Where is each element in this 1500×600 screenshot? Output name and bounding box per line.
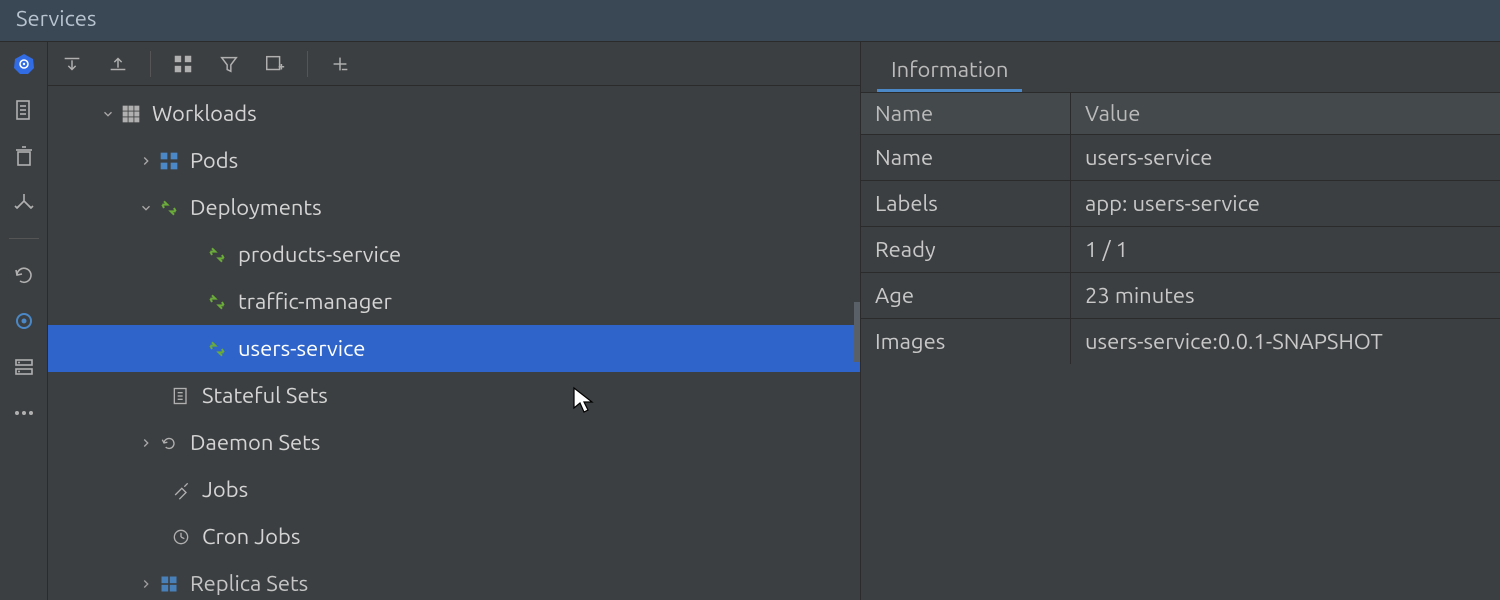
filter-icon[interactable] <box>215 50 243 78</box>
tree-label: traffic-manager <box>238 289 392 314</box>
refresh-icon[interactable] <box>10 261 38 289</box>
tree-node-stateful-sets[interactable]: Stateful Sets <box>48 372 860 419</box>
daemon-sets-icon <box>156 433 182 453</box>
tree-node-cron-jobs[interactable]: Cron Jobs <box>48 513 860 560</box>
pods-icon <box>156 151 182 171</box>
split-icon[interactable] <box>10 188 38 216</box>
table-row[interactable]: Images users-service:0.0.1-SNAPSHOT <box>861 318 1500 364</box>
info-table: Name Value Name users-service Labels app… <box>861 92 1500 364</box>
server-icon[interactable] <box>10 353 38 381</box>
tree-label: products-service <box>238 242 401 267</box>
deployment-icon <box>156 198 182 218</box>
table-row[interactable]: Labels app: users-service <box>861 180 1500 226</box>
chevron-right-icon <box>136 577 156 591</box>
cell-value: users-service:0.0.1-SNAPSHOT <box>1071 319 1500 364</box>
scrollbar-thumb[interactable] <box>854 302 860 362</box>
tree-node-jobs[interactable]: Jobs <box>48 466 860 513</box>
tree-node-deployment-products[interactable]: products-service <box>48 231 860 278</box>
tree-node-deployment-users[interactable]: users-service <box>48 325 860 372</box>
tree-node-daemon-sets[interactable]: Daemon Sets <box>48 419 860 466</box>
table-row[interactable]: Name users-service <box>861 134 1500 180</box>
tree-label: Jobs <box>202 477 248 502</box>
tree-label: Deployments <box>190 195 322 220</box>
info-table-header: Name Value <box>861 93 1500 134</box>
cell-name: Age <box>861 273 1071 318</box>
tree-node-workloads[interactable]: Workloads <box>48 90 860 137</box>
document-icon[interactable] <box>10 96 38 124</box>
collapse-all-icon[interactable] <box>104 50 132 78</box>
tree-label: Stateful Sets <box>202 383 328 408</box>
more-icon[interactable] <box>10 399 38 427</box>
tree-panel: Workloads Pods Deployments <box>48 42 860 600</box>
info-panel: Information Name Value Name users-servic… <box>860 42 1500 600</box>
table-row[interactable]: Age 23 minutes <box>861 272 1500 318</box>
col-header-name: Name <box>861 93 1071 134</box>
expand-all-icon[interactable] <box>58 50 86 78</box>
replica-sets-icon <box>156 574 182 594</box>
left-icon-strip <box>0 42 48 600</box>
add-icon[interactable] <box>326 50 354 78</box>
cell-value: 23 minutes <box>1071 273 1500 318</box>
tree-toolbar <box>48 42 860 86</box>
cell-value: app: users-service <box>1071 181 1500 226</box>
info-tabs: Information <box>861 42 1500 92</box>
workloads-icon <box>118 104 144 124</box>
add-config-icon[interactable] <box>261 50 289 78</box>
tab-information[interactable]: Information <box>885 57 1014 92</box>
cell-name: Images <box>861 319 1071 364</box>
tree-label: Cron Jobs <box>202 524 300 549</box>
stateful-sets-icon <box>168 386 194 406</box>
cell-name: Name <box>861 135 1071 180</box>
cell-value: users-service <box>1071 135 1500 180</box>
kubernetes-icon[interactable] <box>10 50 38 78</box>
col-header-value: Value <box>1071 93 1500 134</box>
cron-jobs-icon <box>168 527 194 547</box>
chevron-right-icon <box>136 436 156 450</box>
panel-title: Services <box>0 0 1500 42</box>
tree-label: Daemon Sets <box>190 430 320 455</box>
tree-label: Workloads <box>152 101 257 126</box>
tree-label: Replica Sets <box>190 571 308 596</box>
chevron-down-icon <box>136 201 156 215</box>
cell-value: 1 / 1 <box>1071 227 1500 272</box>
deployment-icon <box>204 292 230 312</box>
tree-node-pods[interactable]: Pods <box>48 137 860 184</box>
resource-tree: Workloads Pods Deployments <box>48 86 860 600</box>
target-icon[interactable] <box>10 307 38 335</box>
cell-name: Ready <box>861 227 1071 272</box>
chevron-down-icon <box>98 107 118 121</box>
chevron-right-icon <box>136 154 156 168</box>
jobs-icon <box>168 480 194 500</box>
cell-name: Labels <box>861 181 1071 226</box>
tree-label: Pods <box>190 148 238 173</box>
tree-label: users-service <box>238 336 365 361</box>
deployment-icon <box>204 339 230 359</box>
tree-node-replica-sets[interactable]: Replica Sets <box>48 560 860 600</box>
tree-node-deployment-traffic[interactable]: traffic-manager <box>48 278 860 325</box>
table-row[interactable]: Ready 1 / 1 <box>861 226 1500 272</box>
group-by-icon[interactable] <box>169 50 197 78</box>
deployment-icon <box>204 245 230 265</box>
tree-node-deployments[interactable]: Deployments <box>48 184 860 231</box>
trash-icon[interactable] <box>10 142 38 170</box>
